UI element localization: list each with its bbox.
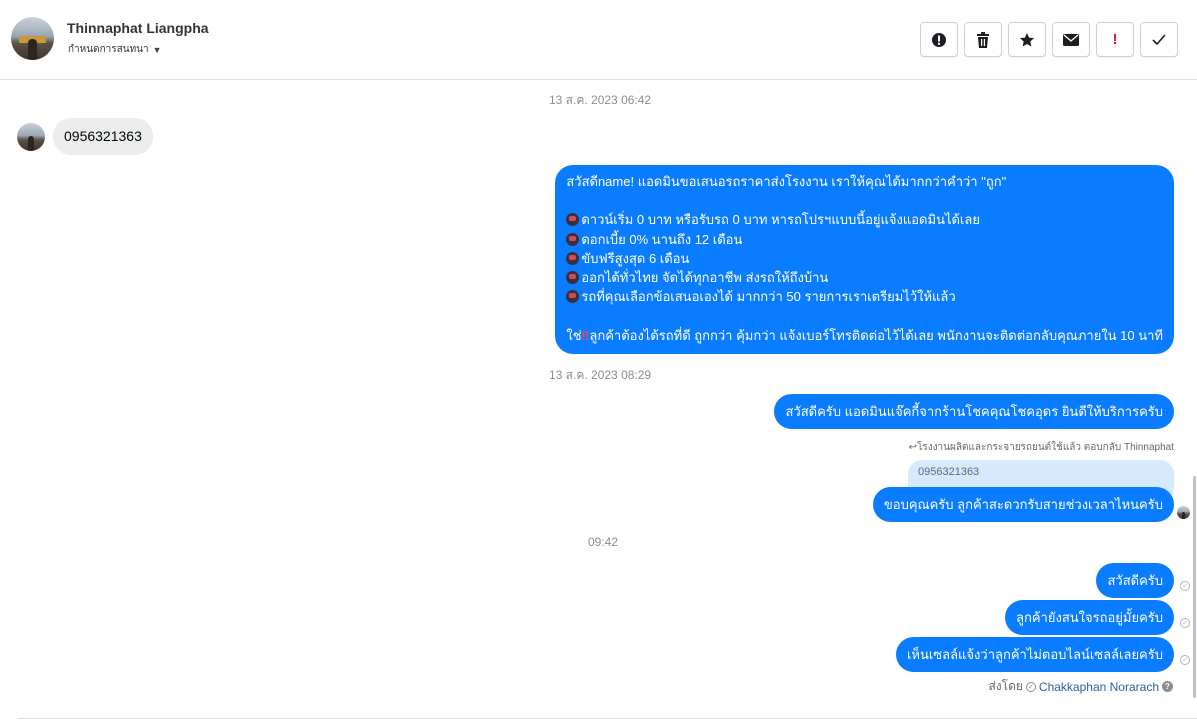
reply-context-label: ↩โรงงานผลิตและกระจายรถยนต์ใช้แล้ว ตอบกลั… [908, 442, 1174, 453]
important-button[interactable]: ! [1096, 22, 1134, 57]
message-text: ดอกเบี้ย 0% นานถึง 12 เดือน [581, 231, 743, 247]
sent-by-line: ส่งโดย ✓ Chakkaphan Norarach ? [988, 677, 1173, 696]
reply-arrow-icon: ↩ [908, 442, 918, 453]
mark-unread-button[interactable] [1052, 22, 1090, 57]
timestamp: 13 ส.ค. 2023 06:42 [549, 93, 652, 107]
envelope-icon [1063, 33, 1079, 46]
check-icon [1152, 33, 1166, 45]
car-emoji-icon [566, 213, 580, 227]
message-text: ขับฟรีสูงสุด 6 เดือน [581, 250, 690, 266]
message-text: ใช่ [566, 327, 582, 343]
trash-icon [977, 31, 989, 48]
toolbar-actions: ! [920, 22, 1178, 57]
conversation-settings-label: กำหนดการสนทนา [68, 44, 149, 55]
message-text: สวัสดีname! แอดมินขอเสนอรถราคาส่งโรงงาน … [566, 174, 1007, 189]
sent-check-icon: ✓ [1180, 655, 1190, 665]
outgoing-message-bubble[interactable]: สวัสดีครับ แอดมินแจ๊คกี้จากร้านโชคคุณโชค… [774, 394, 1174, 430]
car-emoji-icon [566, 251, 580, 265]
conversation-header: Thinnaphat Liangpha กำหนดการสนทนา ▼ ! [0, 0, 1197, 80]
spam-icon [932, 32, 946, 47]
sent-by-name[interactable]: Chakkaphan Norarach [1039, 680, 1159, 694]
message-text: ดาวน์เริ่ม 0 บาท หรือรับรถ 0 บาท หารถโปร… [581, 212, 980, 228]
message-text: ออกได้ทั่วไทย จัดได้ทุกอาชีพ ส่งรถให้ถึง… [581, 270, 829, 286]
outgoing-message-bubble[interactable]: เห็นเซลล์แจ้งว่าลูกค้าไม่ตอบไลน์เซลล์เลย… [895, 637, 1174, 673]
contact-avatar[interactable] [11, 17, 54, 60]
scrollbar[interactable] [1193, 476, 1196, 698]
outgoing-message-bubble[interactable]: สวัสดีname! แอดมินขอเสนอรถราคาส่งโรงงาน … [555, 165, 1174, 355]
car-emoji-icon [566, 290, 580, 304]
outgoing-message-bubble[interactable]: ขอบคุณครับ ลูกค้าสะดวกรับสายช่วงเวลาไหนค… [872, 487, 1174, 523]
conversation-settings-dropdown[interactable]: กำหนดการสนทนา ▼ [68, 42, 162, 57]
help-icon[interactable]: ? [1162, 681, 1173, 692]
message-text: ลูกค้าต้องได้รถที่ดี ถูกกว่า คุ้มกว่า แจ… [589, 327, 1163, 343]
mark-done-button[interactable] [1140, 22, 1178, 57]
car-emoji-icon [566, 271, 580, 285]
contact-name[interactable]: Thinnaphat Liangpha [67, 20, 209, 36]
important-icon: ! [1112, 31, 1118, 48]
incoming-message-bubble[interactable]: 0956321363 [53, 118, 153, 156]
seen-avatar [1177, 506, 1190, 519]
message-text: รถที่คุณเลือกข้อเสนอเองได้ มากกว่า 50 รา… [581, 289, 956, 305]
star-button[interactable] [1008, 22, 1046, 57]
car-emoji-icon [566, 232, 580, 246]
star-icon [1019, 32, 1035, 46]
sent-check-icon: ✓ [1180, 618, 1190, 628]
outgoing-message-bubble[interactable]: สวัสดีครับ [1096, 563, 1174, 599]
caret-down-icon: ▼ [152, 44, 162, 55]
sender-avatar[interactable] [17, 123, 45, 151]
composer-divider [18, 718, 1197, 719]
timestamp: 09:42 [588, 535, 619, 549]
mark-spam-button[interactable] [920, 22, 958, 57]
outgoing-message-bubble[interactable]: ลูกค้ายังสนใจรถอยู่มั้ยครับ [1005, 600, 1174, 636]
sent-by-label: ส่งโดย [988, 679, 1023, 693]
sent-check-icon: ✓ [1180, 581, 1190, 591]
timestamp: 13 ส.ค. 2023 08:29 [549, 368, 652, 382]
verified-icon: ✓ [1025, 681, 1036, 692]
delete-button[interactable] [964, 22, 1002, 57]
